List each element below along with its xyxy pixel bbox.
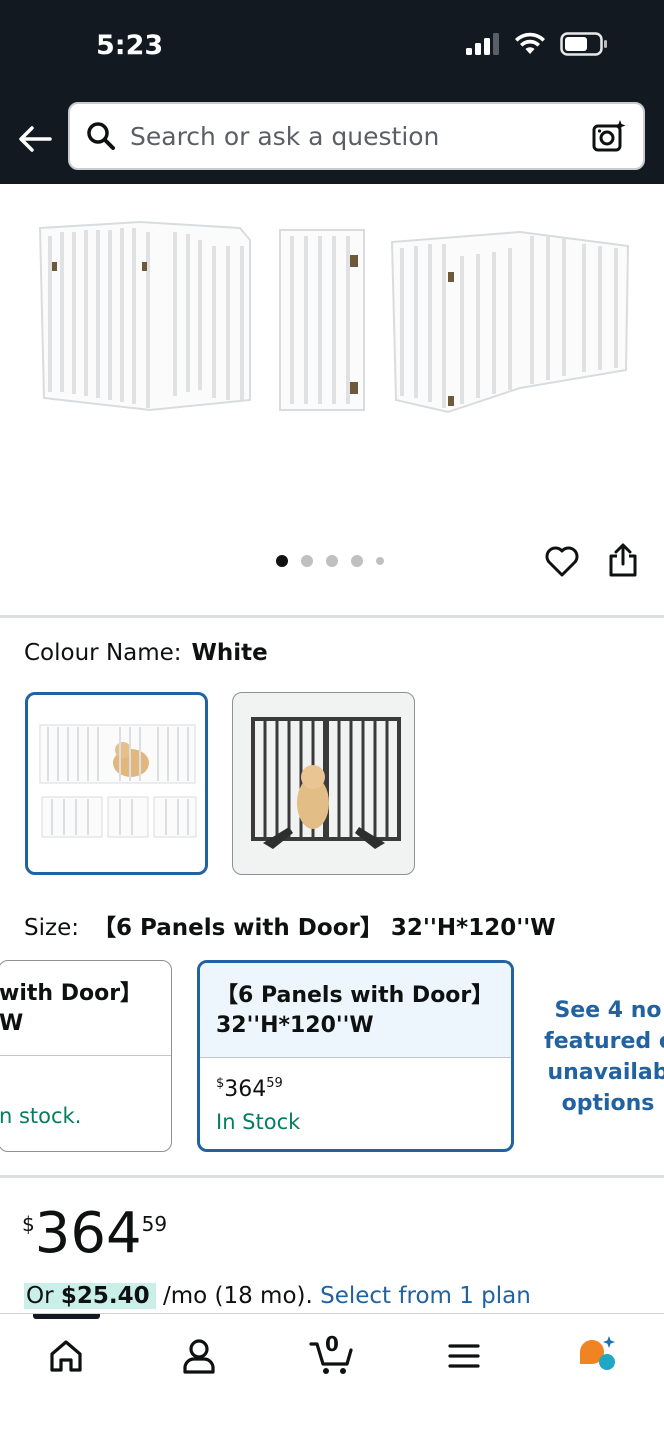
- section-divider: [0, 1175, 664, 1178]
- see-more-line: options: [561, 1091, 655, 1116]
- carousel-dot[interactable]: [276, 555, 288, 567]
- back-arrow-icon[interactable]: [16, 120, 54, 158]
- installment-line: Or $25.40 /mo (18 mo). Select from 1 pla…: [24, 1283, 531, 1309]
- colour-name-row: Colour Name: White: [24, 640, 268, 666]
- installment-prefix: Or: [26, 1283, 61, 1309]
- see-more-line: See 4 no: [554, 998, 662, 1023]
- black-gate-thumbnail: [251, 717, 401, 849]
- installment-term: /mo (18 mo).: [155, 1283, 321, 1309]
- price-fraction: 59: [266, 1076, 283, 1091]
- wifi-icon: [515, 32, 545, 54]
- see-more-options-link[interactable]: See 4 no featured c unavailab options: [538, 995, 664, 1119]
- signal-icon: [466, 33, 499, 55]
- size-option-line2: W: [0, 1011, 24, 1036]
- top-header: 5:23: [0, 0, 664, 184]
- colour-label: Colour Name:: [24, 640, 182, 666]
- size-option-stock: In Stock: [216, 1110, 301, 1134]
- size-option-line2: 32''H*120''W: [216, 1013, 374, 1038]
- price-currency: $: [22, 1212, 35, 1236]
- bottom-navigation: 0: [0, 1313, 664, 1440]
- size-option-line1: 【6 Panels with Door】: [216, 983, 494, 1008]
- see-more-line: unavailab: [547, 1060, 664, 1085]
- home-icon[interactable]: [46, 1336, 86, 1376]
- price-whole: 364: [34, 1201, 142, 1266]
- colour-swatch-black[interactable]: [232, 692, 415, 875]
- cart-count: 0: [325, 1332, 339, 1356]
- share-icon[interactable]: [606, 542, 640, 578]
- size-option-stock: n stock.: [0, 1104, 82, 1128]
- search-bar[interactable]: [68, 102, 645, 170]
- search-input[interactable]: [130, 121, 591, 151]
- camera-search-icon[interactable]: [591, 118, 627, 154]
- status-icons: [466, 32, 608, 56]
- active-tab-indicator: [33, 1314, 100, 1319]
- assistant-icon[interactable]: [576, 1334, 616, 1374]
- size-option-header: 【6 Panels with Door】 32''H*120''W: [200, 963, 511, 1057]
- status-time: 5:23: [96, 30, 164, 61]
- size-option-title: with Door】 W: [0, 979, 155, 1039]
- menu-icon[interactable]: [444, 1336, 484, 1376]
- product-image[interactable]: [0, 184, 664, 524]
- section-divider: [0, 615, 664, 618]
- see-more-line: featured c: [544, 1029, 664, 1054]
- size-option-line1: with Door】: [0, 981, 143, 1006]
- colour-value: White: [191, 640, 268, 666]
- search-icon: [87, 122, 115, 150]
- price-whole: 364: [224, 1077, 267, 1102]
- installment-highlight: Or $25.40: [24, 1283, 156, 1309]
- size-value: 【6 Panels with Door】 32''H*120''W: [92, 915, 556, 941]
- size-option-card-selected[interactable]: 【6 Panels with Door】 32''H*120''W $36459…: [197, 960, 514, 1152]
- price-fraction: 59: [141, 1212, 168, 1236]
- colour-swatch-white[interactable]: [25, 692, 208, 875]
- heart-icon[interactable]: [544, 543, 580, 579]
- carousel-dot[interactable]: [326, 555, 338, 567]
- carousel-dot[interactable]: [351, 555, 363, 567]
- size-row: Size: 【6 Panels with Door】 32''H*120''W: [24, 908, 556, 942]
- size-option-price: [0, 1056, 171, 1096]
- product-page: 5:23 Search or ask a question Colour Nam…: [0, 0, 664, 1440]
- battery-icon: [560, 32, 607, 56]
- carousel-dots[interactable]: [276, 555, 384, 567]
- carousel-dot[interactable]: [376, 557, 384, 565]
- size-option-header: with Door】 W: [0, 961, 171, 1055]
- account-icon[interactable]: [179, 1336, 219, 1376]
- select-plan-link[interactable]: Select from 1 plan: [320, 1283, 531, 1309]
- size-label: Size:: [24, 915, 79, 941]
- carousel-dot[interactable]: [301, 555, 313, 567]
- installment-amount: $25.40: [60, 1283, 150, 1309]
- size-option-price: $36459: [200, 1058, 511, 1102]
- size-option-card[interactable]: with Door】 W n stock.: [0, 960, 172, 1152]
- white-gate-thumbnail: [39, 724, 197, 838]
- product-price: $ 364 59: [22, 1200, 167, 1268]
